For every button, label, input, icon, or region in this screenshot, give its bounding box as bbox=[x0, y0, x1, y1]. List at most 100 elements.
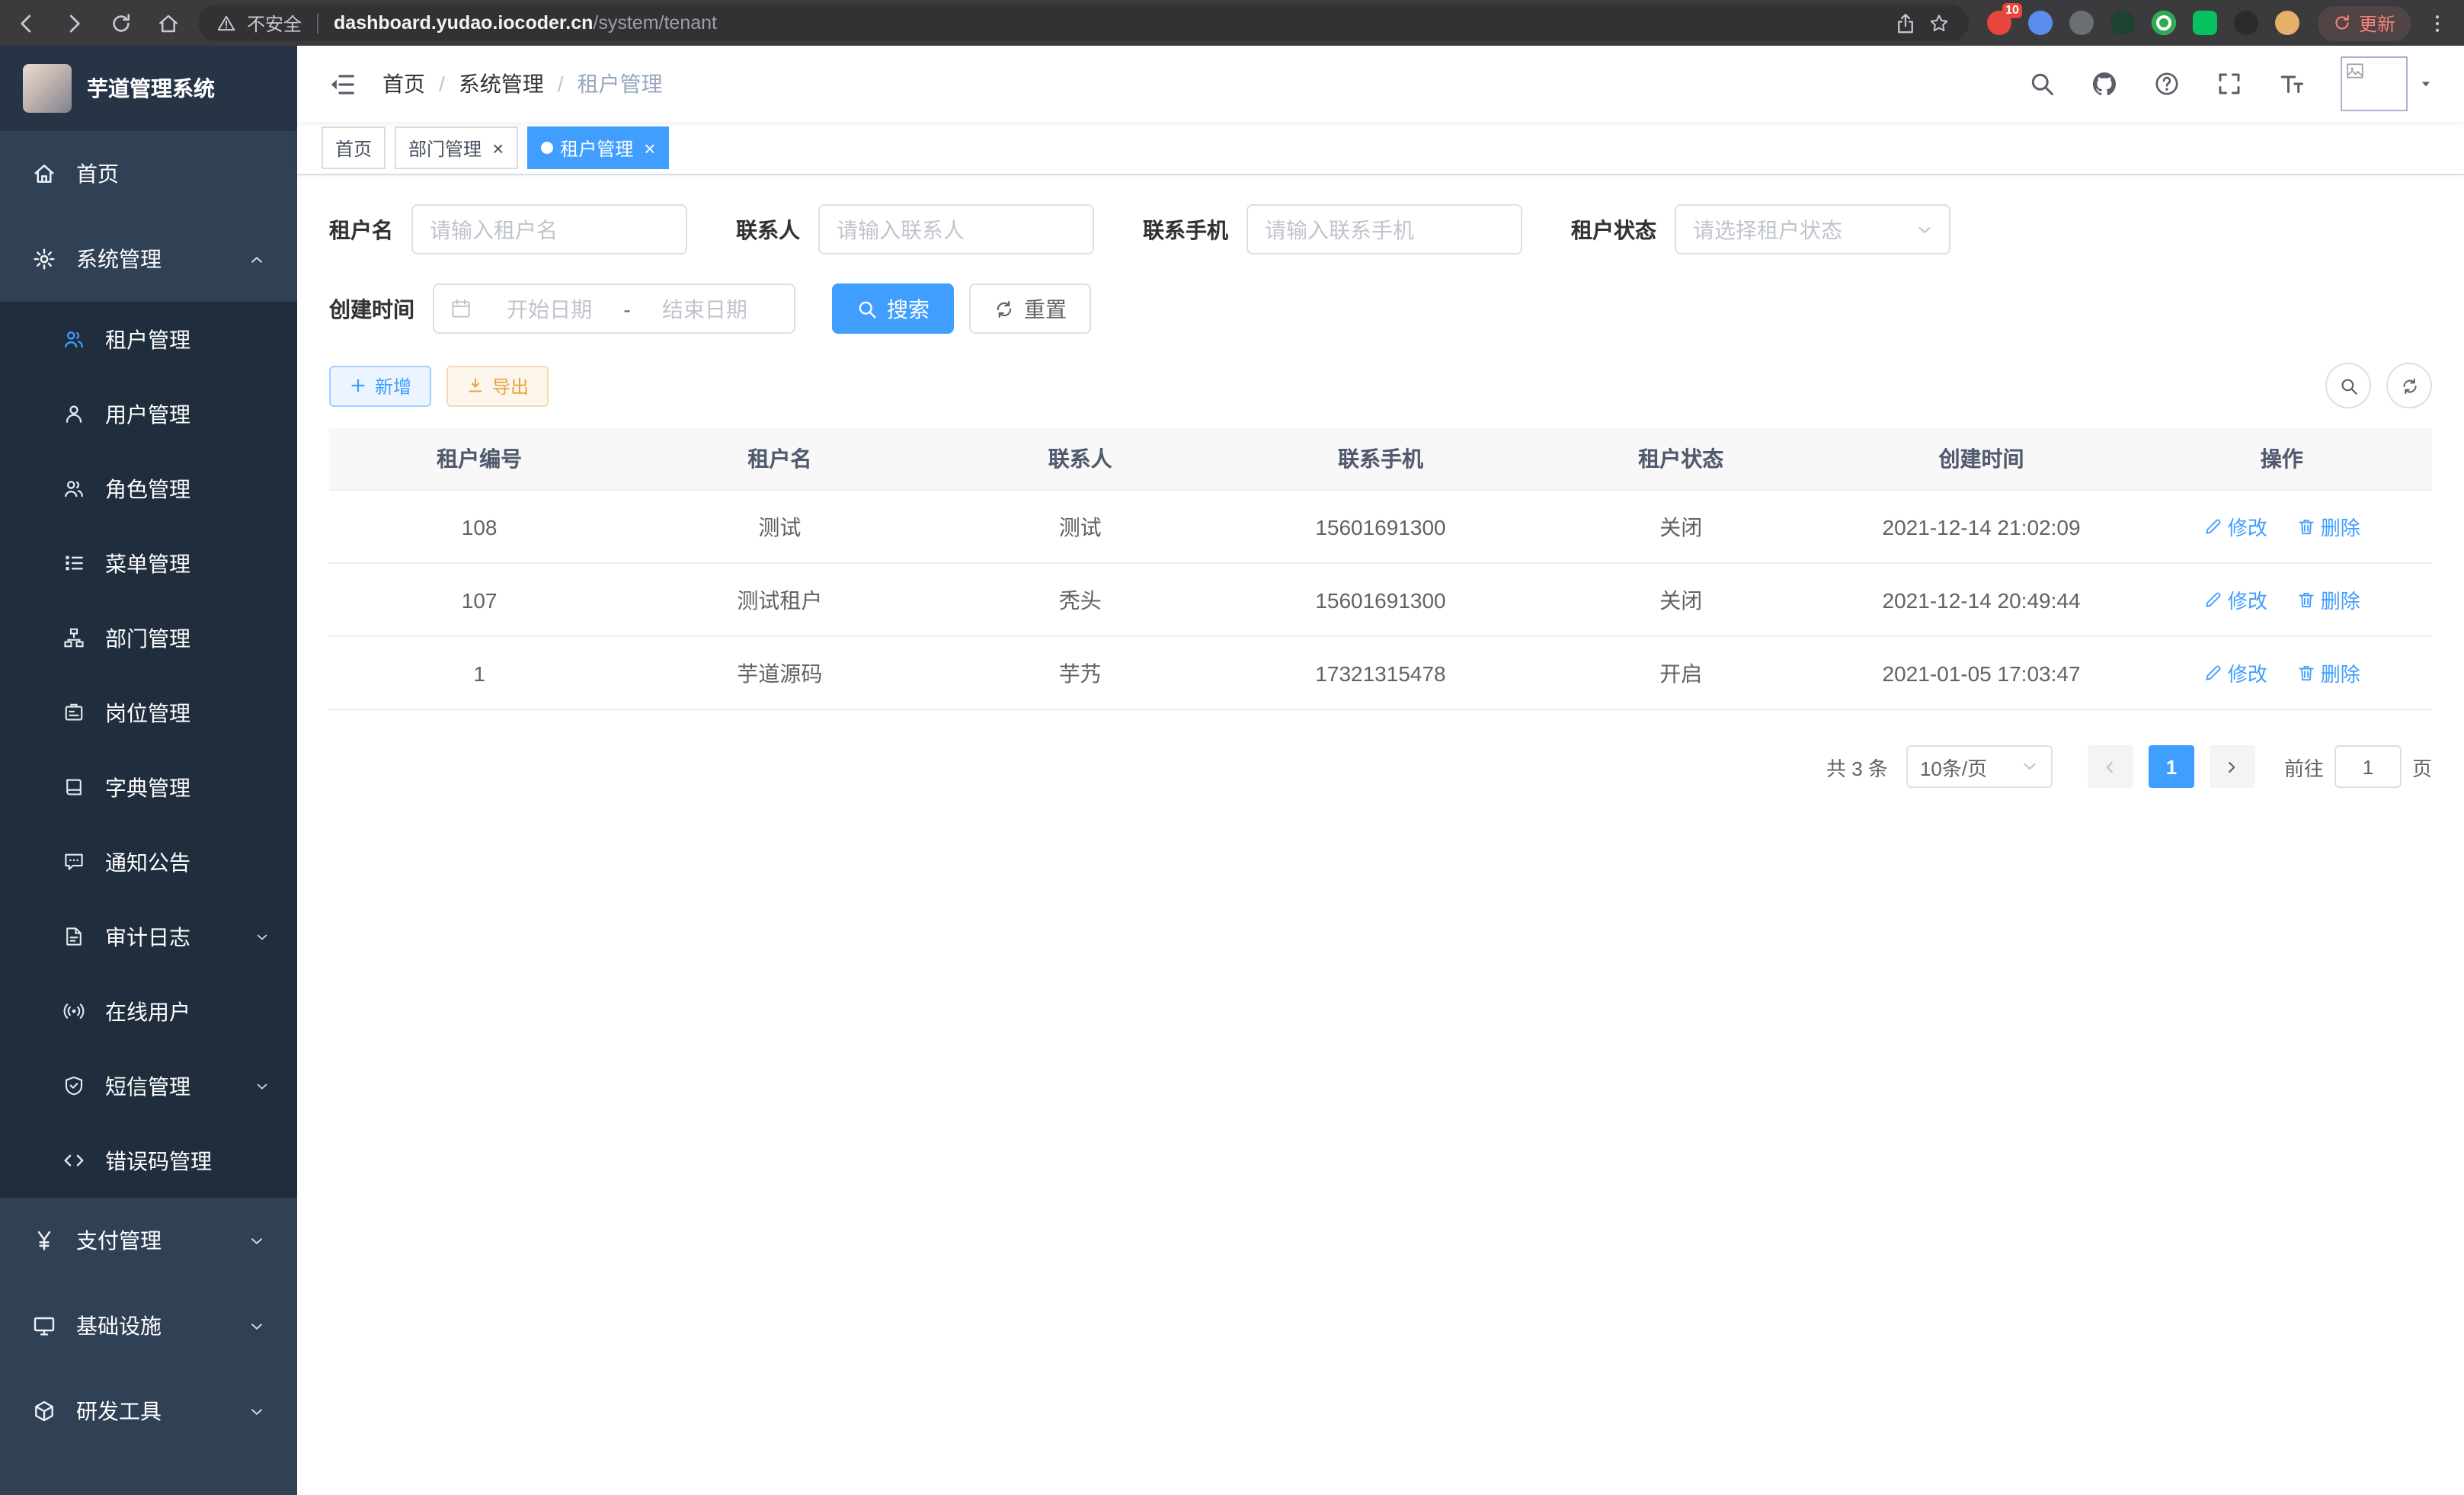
extension-icon-1[interactable]: 10 bbox=[1987, 11, 2011, 35]
extension-icon-2[interactable] bbox=[2028, 11, 2053, 35]
browser-reload-icon[interactable] bbox=[110, 11, 133, 34]
status-select-placeholder: 请选择租户状态 bbox=[1693, 214, 1842, 245]
app-title: 芋道管理系统 bbox=[87, 73, 215, 104]
edit-label: 修改 bbox=[2228, 585, 2267, 614]
phone-input[interactable] bbox=[1246, 204, 1522, 255]
delete-label: 删除 bbox=[2321, 512, 2360, 541]
user-avatar-menu[interactable] bbox=[2341, 56, 2434, 111]
next-page-button[interactable] bbox=[2210, 745, 2255, 788]
delete-link[interactable]: 删除 bbox=[2296, 658, 2360, 687]
search-icon[interactable] bbox=[2028, 70, 2056, 98]
edit-link[interactable]: 修改 bbox=[2203, 585, 2267, 614]
tag-label: 首页 bbox=[335, 135, 372, 161]
toggle-search-button[interactable] bbox=[2325, 363, 2371, 408]
sidebar-fold-icon[interactable] bbox=[328, 69, 357, 98]
chrome-menu-icon[interactable] bbox=[2426, 11, 2449, 34]
yen-icon bbox=[32, 1228, 56, 1253]
filter-label: 租户状态 bbox=[1571, 214, 1656, 245]
sidebar-item-infrastructure[interactable]: 基础设施 bbox=[0, 1283, 297, 1369]
sidebar-item-dev-tools[interactable]: 研发工具 bbox=[0, 1369, 297, 1454]
cell-contact: 秃头 bbox=[930, 563, 1230, 636]
font-size-icon[interactable] bbox=[2278, 70, 2306, 98]
date-range-picker[interactable]: 开始日期 - 结束日期 bbox=[433, 283, 795, 334]
cell-tenant-id: 107 bbox=[329, 563, 629, 636]
tag-close-icon[interactable]: × bbox=[644, 138, 655, 158]
date-start-placeholder: 开始日期 bbox=[475, 293, 623, 324]
breadcrumb-separator: / bbox=[558, 72, 564, 96]
sidebar-item-menu[interactable]: 菜单管理 bbox=[0, 526, 297, 600]
delete-link[interactable]: 删除 bbox=[2296, 512, 2360, 541]
goto-page-input[interactable] bbox=[2334, 745, 2402, 788]
sidebar-item-sms[interactable]: 短信管理 bbox=[0, 1048, 297, 1123]
add-button[interactable]: 新增 bbox=[329, 365, 431, 406]
sidebar-item-system[interactable]: 系统管理 bbox=[0, 216, 297, 302]
fullscreen-icon[interactable] bbox=[2216, 70, 2243, 98]
reset-button[interactable]: 重置 bbox=[969, 283, 1091, 334]
edit-link[interactable]: 修改 bbox=[2203, 658, 2267, 687]
sidebar-item-dict[interactable]: 字典管理 bbox=[0, 750, 297, 824]
sidebar-item-label: 研发工具 bbox=[76, 1396, 162, 1426]
cell-actions: 修改 删除 bbox=[2132, 636, 2432, 709]
prev-page-button[interactable] bbox=[2088, 745, 2133, 788]
sidebar-item-user[interactable]: 用户管理 bbox=[0, 376, 297, 451]
extension-icon-5[interactable] bbox=[2152, 11, 2176, 35]
signal-icon bbox=[62, 1000, 85, 1023]
extension-icon-4[interactable] bbox=[2110, 11, 2135, 35]
delete-link[interactable]: 删除 bbox=[2296, 585, 2360, 614]
extension-icon-3[interactable] bbox=[2069, 11, 2094, 35]
contact-input[interactable] bbox=[818, 204, 1094, 255]
edit-icon bbox=[2203, 517, 2223, 536]
address-bar[interactable]: 不安全 dashboard.yudao.iocoder.cn/system/te… bbox=[198, 5, 1969, 41]
page-number-1[interactable]: 1 bbox=[2149, 745, 2194, 788]
export-button[interactable]: 导出 bbox=[446, 365, 549, 406]
search-button[interactable]: 搜索 bbox=[832, 283, 954, 334]
help-icon[interactable] bbox=[2153, 70, 2181, 98]
tag-close-icon[interactable]: × bbox=[492, 138, 504, 158]
sidebar-item-home[interactable]: 首页 bbox=[0, 131, 297, 216]
table-row: 107 测试租户 秃头 15601691300 关闭 2021-12-14 20… bbox=[329, 563, 2432, 636]
sidebar-item-notice[interactable]: 通知公告 bbox=[0, 824, 297, 899]
sidebar-item-label: 支付管理 bbox=[76, 1225, 162, 1256]
sidebar-item-tenant[interactable]: 租户管理 bbox=[0, 302, 297, 376]
pagination-goto: 前往 页 bbox=[2284, 745, 2432, 788]
sidebar-item-label: 通知公告 bbox=[105, 847, 190, 877]
sidebar: 芋道管理系统 首页 系统管理 租户管理 用户管理 bbox=[0, 46, 297, 1495]
browser-back-icon[interactable] bbox=[15, 11, 38, 34]
filter-label: 租户名 bbox=[329, 214, 393, 245]
status-select[interactable]: 请选择租户状态 bbox=[1675, 204, 1950, 255]
tag-home[interactable]: 首页 bbox=[322, 126, 386, 169]
tag-tenant[interactable]: 租户管理 × bbox=[526, 126, 669, 169]
extension-icon-7[interactable] bbox=[2234, 11, 2258, 35]
breadcrumb-home[interactable]: 首页 bbox=[382, 69, 425, 99]
sidebar-item-post[interactable]: 岗位管理 bbox=[0, 675, 297, 750]
sidebar-item-label: 岗位管理 bbox=[105, 697, 190, 728]
sidebar-item-payment[interactable]: 支付管理 bbox=[0, 1198, 297, 1283]
share-icon[interactable] bbox=[1894, 11, 1917, 34]
sidebar-item-error-code[interactable]: 错误码管理 bbox=[0, 1123, 297, 1198]
github-icon[interactable] bbox=[2091, 70, 2118, 98]
sidebar-item-role[interactable]: 角色管理 bbox=[0, 451, 297, 526]
profile-avatar-icon[interactable] bbox=[2275, 11, 2299, 35]
chat-bubble-icon bbox=[62, 850, 85, 873]
calendar-icon bbox=[450, 297, 472, 320]
refresh-table-button[interactable] bbox=[2386, 363, 2432, 408]
sidebar-item-audit-log[interactable]: 审计日志 bbox=[0, 899, 297, 974]
browser-home-icon[interactable] bbox=[157, 11, 180, 34]
bookmark-star-icon[interactable] bbox=[1928, 11, 1950, 34]
tag-dept[interactable]: 部门管理 × bbox=[395, 126, 517, 169]
chevron-down-icon bbox=[248, 1232, 265, 1249]
sidebar-item-label: 字典管理 bbox=[105, 772, 190, 802]
breadcrumb-system[interactable]: 系统管理 bbox=[459, 69, 544, 99]
sidebar-item-online-user[interactable]: 在线用户 bbox=[0, 974, 297, 1048]
page-size-select[interactable]: 10条/页 bbox=[1906, 745, 2053, 788]
navbar-actions bbox=[2028, 56, 2434, 111]
edit-link[interactable]: 修改 bbox=[2203, 512, 2267, 541]
browser-forward-icon[interactable] bbox=[62, 11, 85, 34]
tenant-name-input[interactable] bbox=[411, 204, 687, 255]
app-logo[interactable]: 芋道管理系统 bbox=[0, 46, 297, 131]
chrome-update-button[interactable]: 更新 bbox=[2318, 5, 2411, 40]
update-reload-icon bbox=[2333, 14, 2351, 32]
pagination-total: 共 3 条 bbox=[1826, 752, 1888, 781]
extension-icon-6[interactable] bbox=[2193, 11, 2217, 35]
sidebar-item-dept[interactable]: 部门管理 bbox=[0, 600, 297, 675]
